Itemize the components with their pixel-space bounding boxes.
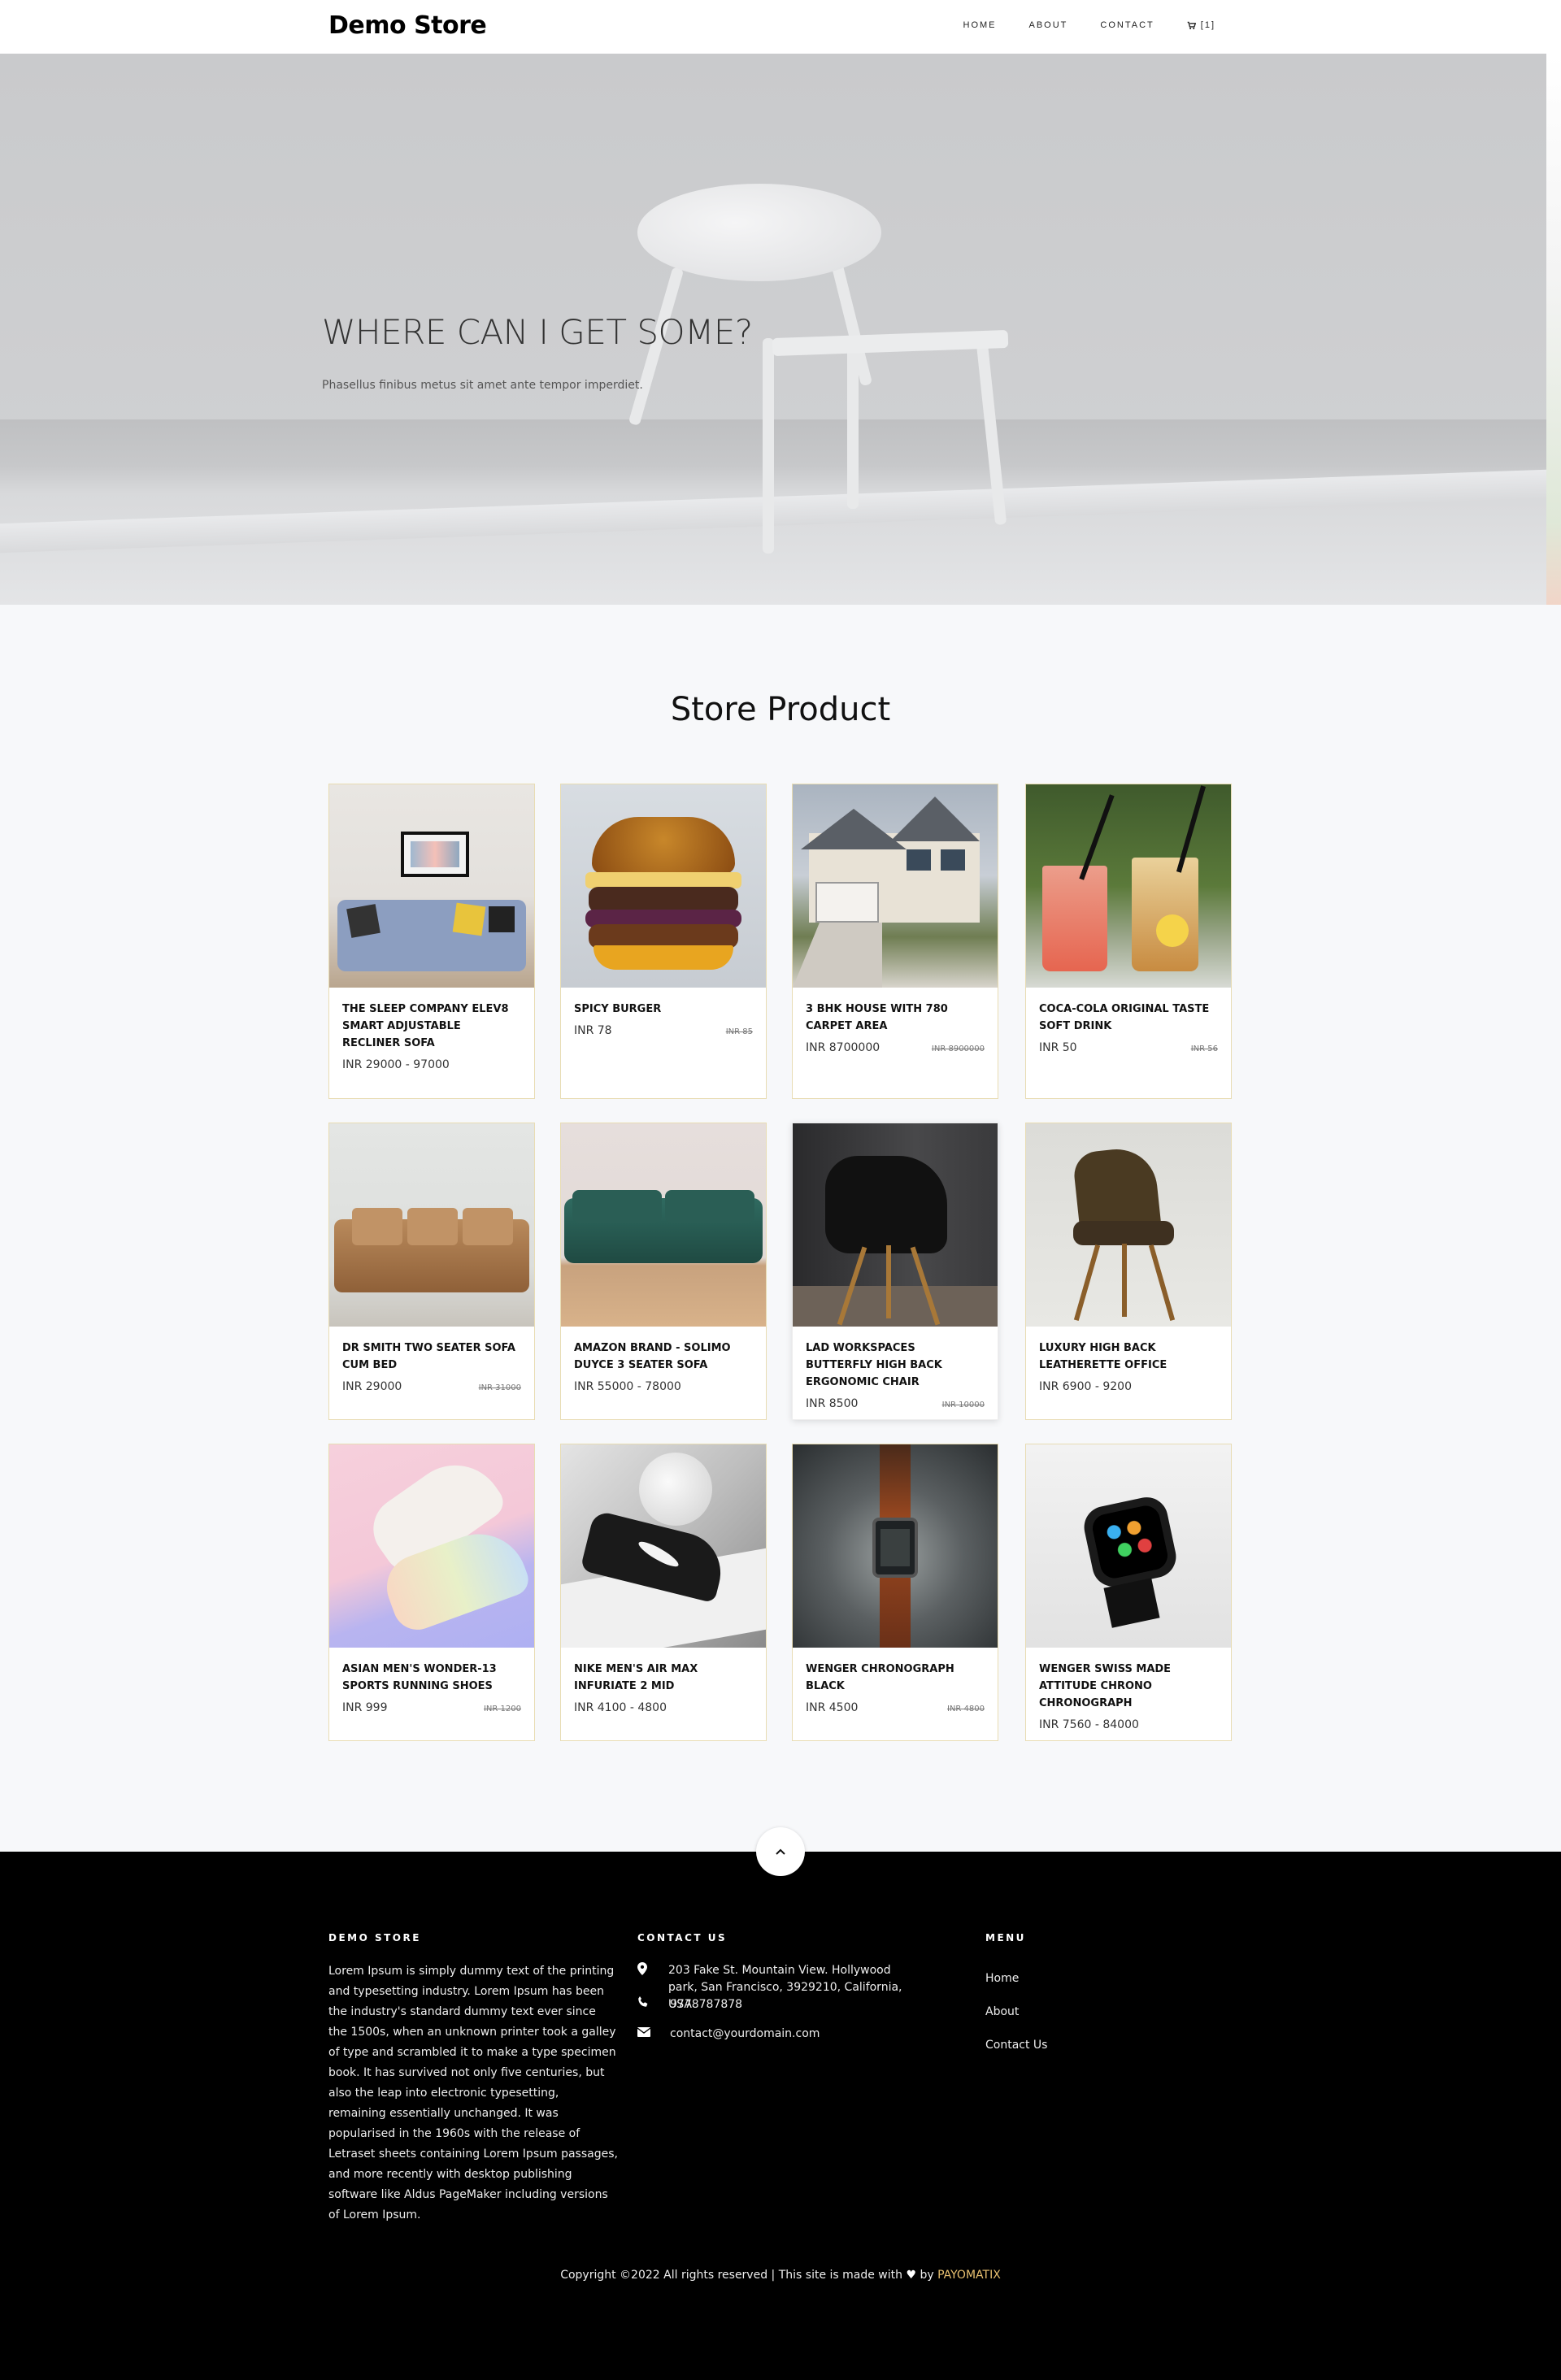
product-price: INR 4500: [806, 1701, 859, 1714]
footer-menu-contact[interactable]: Contact Us: [985, 2039, 1047, 2052]
product-card[interactable]: SPICY BURGER INR 78 INR 85: [560, 784, 767, 1099]
product-card[interactable]: AMAZON BRAND - SOLIMO DUYCE 3 SEATER SOF…: [560, 1123, 767, 1420]
chevron-up-icon: [776, 1848, 785, 1855]
product-name[interactable]: WENGER CHRONOGRAPH BLACK: [806, 1661, 985, 1695]
product-old-price: INR 8900000: [931, 1045, 985, 1053]
heart-icon: ♥: [906, 2269, 917, 2282]
product-old-price: INR 31000: [478, 1383, 521, 1392]
chair-rail: [772, 329, 1009, 357]
product-price: INR 6900 - 9200: [1039, 1380, 1132, 1393]
footer-phone[interactable]: 9778787878: [637, 1996, 742, 2013]
nav-contact[interactable]: CONTACT: [1100, 20, 1154, 30]
footer-menu-heading: MENU: [985, 1932, 1026, 1944]
hero-title: WHERE CAN I GET SOME?: [322, 312, 753, 352]
copyright-text: Copyright ©2022 All rights reserved | Th…: [560, 2269, 903, 2282]
nav-cart[interactable]: [1]: [1187, 20, 1215, 30]
product-image-burger[interactable]: [561, 784, 766, 988]
product-price: INR 50: [1039, 1041, 1077, 1054]
product-price: INR 55000 - 78000: [574, 1380, 681, 1393]
product-card[interactable]: COCA-COLA ORIGINAL TASTE SOFT DRINK INR …: [1025, 784, 1232, 1099]
product-price: INR 999: [342, 1701, 388, 1714]
section-title: Store Product: [670, 691, 891, 728]
product-card[interactable]: WENGER SWISS MADE ATTITUDE CHRONO CHRONO…: [1025, 1444, 1232, 1741]
product-old-price: INR 10000: [941, 1401, 985, 1409]
footer-menu-about[interactable]: About: [985, 2005, 1019, 2018]
site-header: Demo Store HOME ABOUT CONTACT [1]: [0, 0, 1561, 54]
footer-about-heading: DEMO STORE: [328, 1932, 421, 1944]
envelope-icon: [637, 2026, 651, 2043]
product-price: INR 29000 - 97000: [342, 1058, 450, 1071]
brand-logo[interactable]: Demo Store: [328, 11, 487, 40]
product-name[interactable]: LUXURY HIGH BACK LEATHERETTE OFFICE: [1039, 1340, 1218, 1374]
product-image-brown-chair[interactable]: [1026, 1123, 1231, 1327]
nav-home[interactable]: HOME: [963, 20, 997, 30]
product-old-price: INR 4800: [946, 1705, 985, 1713]
product-name[interactable]: 3 BHK HOUSE WITH 780 CARPET AREA: [806, 1001, 985, 1035]
site-footer: [0, 1852, 1561, 2380]
product-price: INR 29000: [342, 1380, 402, 1393]
product-name[interactable]: WENGER SWISS MADE ATTITUDE CHRONO CHRONO…: [1039, 1661, 1218, 1712]
hero-scroll-edge: [1546, 54, 1561, 605]
product-card[interactable]: LAD WORKSPACES BUTTERFLY HIGH BACK ERGON…: [792, 1123, 998, 1420]
product-name[interactable]: NIKE MEN'S AIR MAX INFURIATE 2 MID: [574, 1661, 753, 1695]
product-image-nike-shoe[interactable]: [561, 1444, 766, 1648]
product-image-leather-sofa[interactable]: [329, 1123, 534, 1327]
product-card[interactable]: THE SLEEP COMPANY ELEV8 SMART ADJUSTABLE…: [328, 784, 535, 1099]
product-image-sofa[interactable]: [329, 784, 534, 988]
cart-icon: [1187, 21, 1196, 29]
product-price: INR 7560 - 84000: [1039, 1718, 1139, 1731]
product-name[interactable]: AMAZON BRAND - SOLIMO DUYCE 3 SEATER SOF…: [574, 1340, 753, 1374]
product-price: INR 8700000: [806, 1041, 881, 1054]
product-image-black-chair[interactable]: [793, 1123, 998, 1327]
product-price: INR 78: [574, 1024, 612, 1037]
cart-count: [1]: [1200, 20, 1215, 30]
nav-about[interactable]: ABOUT: [1029, 20, 1068, 30]
product-card[interactable]: 3 BHK HOUSE WITH 780 CARPET AREA INR 870…: [792, 784, 998, 1099]
chair-leg: [847, 338, 859, 509]
phone-icon: [637, 1996, 649, 2013]
footer-email-text[interactable]: contact@yourdomain.com: [670, 2026, 820, 2043]
product-name[interactable]: LAD WORKSPACES BUTTERFLY HIGH BACK ERGON…: [806, 1340, 985, 1391]
product-card[interactable]: WENGER CHRONOGRAPH BLACK INR 4500 INR 480…: [792, 1444, 998, 1741]
product-name[interactable]: SPICY BURGER: [574, 1001, 753, 1018]
product-name[interactable]: THE SLEEP COMPANY ELEV8 SMART ADJUSTABLE…: [342, 1001, 521, 1052]
product-image-sneakers[interactable]: [329, 1444, 534, 1648]
footer-menu-home[interactable]: Home: [985, 1972, 1019, 1985]
chair-leg: [763, 338, 774, 554]
product-image-chronograph[interactable]: [793, 1444, 998, 1648]
scroll-to-top-button[interactable]: [756, 1827, 805, 1876]
chair-seat: [637, 184, 881, 281]
copyright: Copyright ©2022 All rights reserved | Th…: [0, 2269, 1561, 2282]
product-old-price: INR 56: [1190, 1045, 1218, 1053]
product-card[interactable]: ASIAN MEN'S WONDER-13 SPORTS RUNNING SHO…: [328, 1444, 535, 1741]
main-nav: HOME ABOUT CONTACT [1]: [963, 20, 1216, 30]
product-image-smartwatch[interactable]: [1026, 1444, 1231, 1648]
product-card[interactable]: NIKE MEN'S AIR MAX INFURIATE 2 MID INR 4…: [560, 1444, 767, 1741]
copyright-brand-link[interactable]: PAYOMATIX: [937, 2269, 1001, 2282]
hero-banner: WHERE CAN I GET SOME? Phasellus finibus …: [0, 54, 1546, 605]
product-name[interactable]: DR SMITH TWO SEATER SOFA CUM BED: [342, 1340, 521, 1374]
product-image-house[interactable]: [793, 784, 998, 988]
hero-subtitle: Phasellus finibus metus sit amet ante te…: [322, 379, 643, 392]
footer-phone-text[interactable]: 9778787878: [670, 1996, 742, 2013]
product-name[interactable]: ASIAN MEN'S WONDER-13 SPORTS RUNNING SHO…: [342, 1661, 521, 1695]
product-old-price: INR 1200: [483, 1705, 521, 1713]
product-price: INR 8500: [806, 1397, 859, 1410]
copyright-by: by: [920, 2269, 934, 2282]
product-image-drinks[interactable]: [1026, 784, 1231, 988]
product-old-price: INR 85: [725, 1027, 753, 1036]
product-card[interactable]: DR SMITH TWO SEATER SOFA CUM BED INR 290…: [328, 1123, 535, 1420]
product-image-green-sofa[interactable]: [561, 1123, 766, 1327]
product-card[interactable]: LUXURY HIGH BACK LEATHERETTE OFFICE INR …: [1025, 1123, 1232, 1420]
footer-email[interactable]: contact@yourdomain.com: [637, 2026, 820, 2043]
product-name[interactable]: COCA-COLA ORIGINAL TASTE SOFT DRINK: [1039, 1001, 1218, 1035]
footer-contact-heading: CONTACT US: [637, 1932, 728, 1944]
footer-about-text: Lorem Ipsum is simply dummy text of the …: [328, 1965, 618, 2221]
product-price: INR 4100 - 4800: [574, 1701, 667, 1714]
